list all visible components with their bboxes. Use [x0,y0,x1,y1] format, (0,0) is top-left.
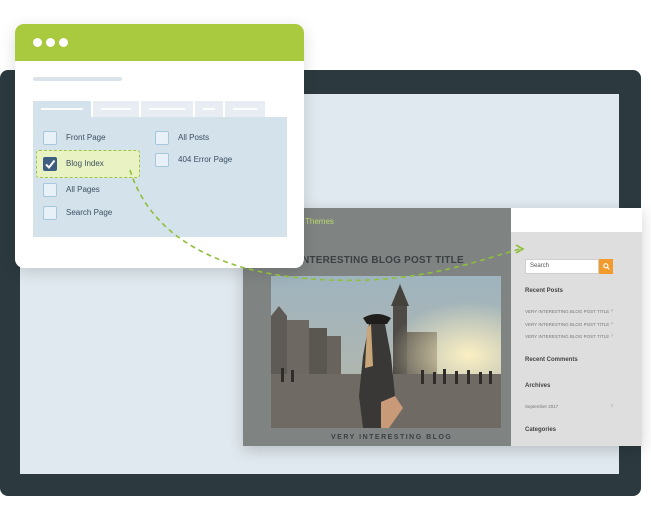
search-button[interactable] [599,259,613,274]
chevron-right-icon: › [611,308,613,314]
settings-window [15,24,304,268]
recent-comments-heading: Recent Comments [525,357,578,363]
window-header [15,24,304,61]
blog-sidebar: Search Recent Posts VERY INTERESTING BLO… [511,208,642,446]
checkbox[interactable] [155,153,169,167]
window-dot [59,38,68,47]
checkbox[interactable] [43,206,57,220]
checkbox[interactable] [43,183,57,197]
checkmark-icon [44,159,55,169]
window-dot [46,38,55,47]
window-dot [33,38,42,47]
blog-post-image[interactable] [271,276,501,428]
recent-post-link[interactable]: VERY INTERESTING BLOG POST TITLE › [525,321,613,327]
tab[interactable] [225,101,265,117]
checkbox[interactable] [155,131,169,145]
archives-heading: Archives [525,383,551,389]
blog-brand: Themes [305,217,334,226]
blog-post-title[interactable]: INTERESTING BLOG POST TITLE [299,255,464,266]
archive-link[interactable]: September 2017 › [525,403,613,409]
tab-active[interactable] [33,101,91,117]
chevron-right-icon: › [611,333,613,339]
tab[interactable] [93,101,139,117]
search-icon [602,263,610,270]
search-input[interactable]: Search [525,259,599,274]
checkbox[interactable] [43,131,57,145]
recent-post-link[interactable]: VERY INTERESTING BLOG POST TITLE › [525,308,613,314]
tab[interactable] [141,101,193,117]
tab[interactable] [195,101,223,117]
categories-heading: Categories [525,427,557,433]
chevron-right-icon: › [611,321,613,327]
recent-post-link[interactable]: VERY INTERESTING BLOG POST TITLE › [525,333,613,339]
recent-posts-heading: Recent Posts [525,288,564,294]
window-title-placeholder [33,77,122,81]
checkbox-checked[interactable] [43,157,57,171]
sidebar-top-strip [511,208,642,232]
blog-caption: VERY INTERESTING BLOG [331,434,453,441]
chevron-right-icon: › [611,403,613,409]
